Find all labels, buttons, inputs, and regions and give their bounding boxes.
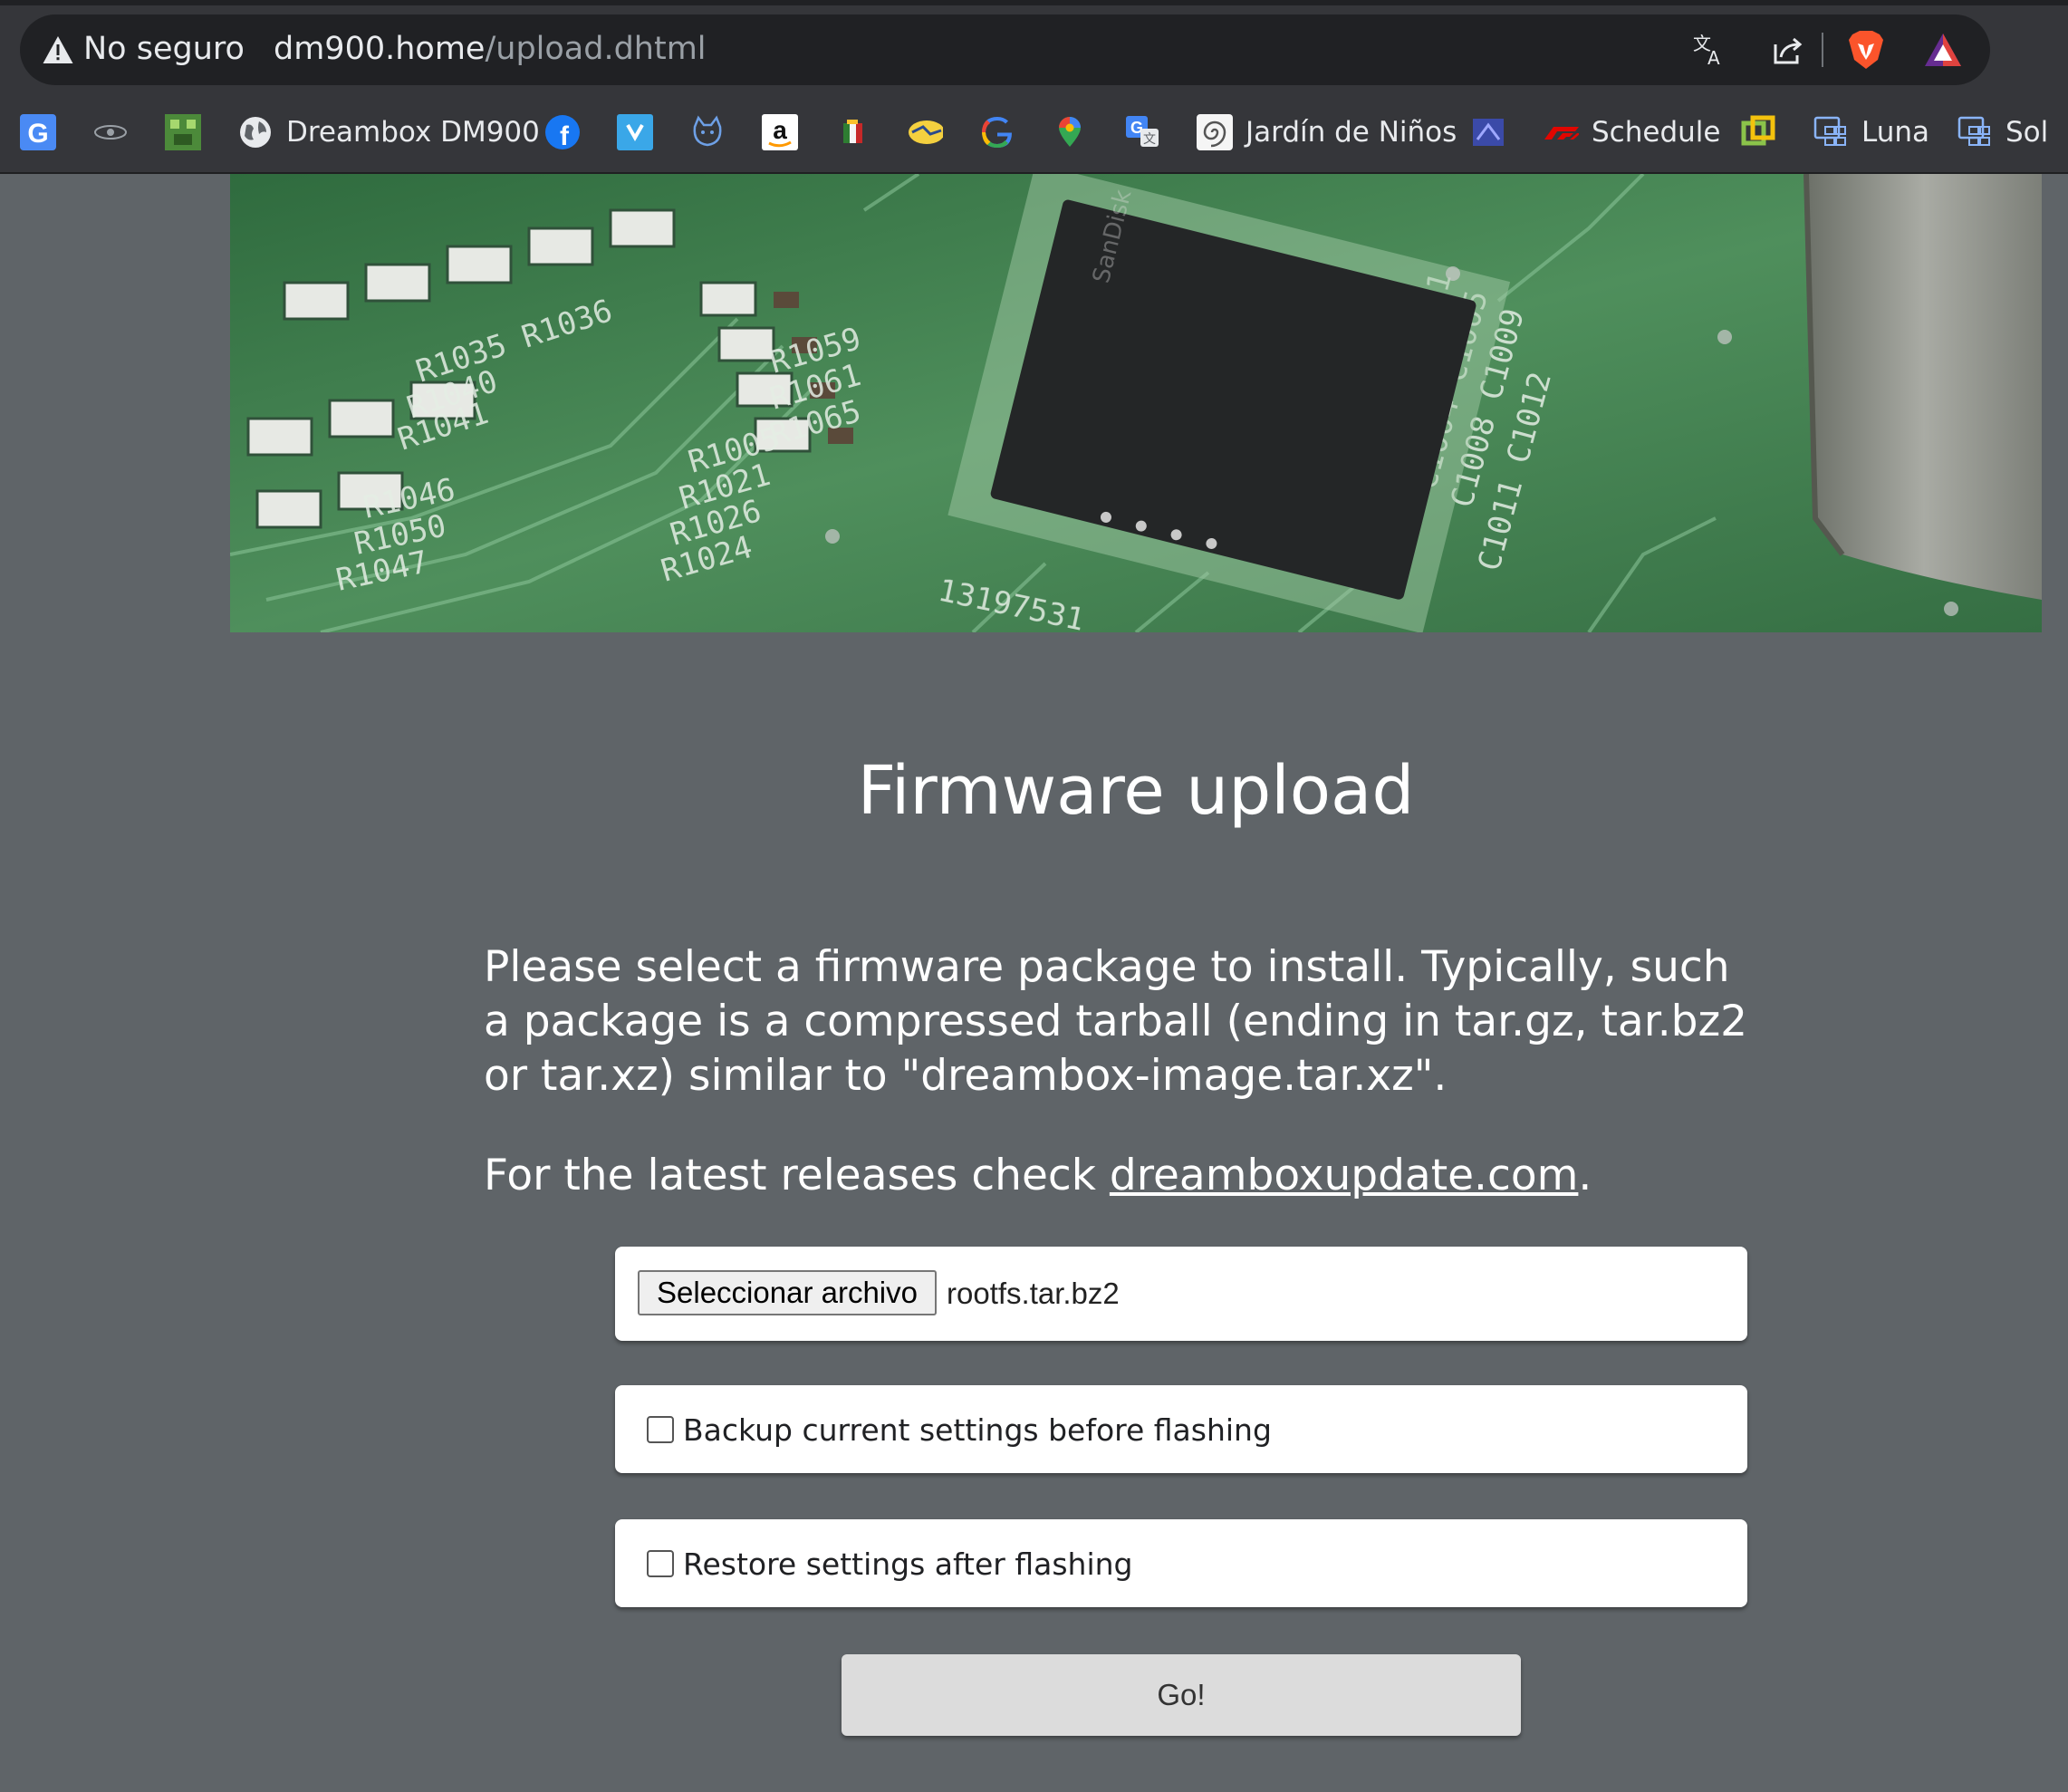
bookmark-12[interactable]: G文	[1124, 109, 1160, 156]
cat-face-icon	[689, 114, 726, 150]
bookmark-14[interactable]	[1470, 109, 1506, 156]
vmware-icon	[1740, 114, 1776, 150]
brave-shields-button[interactable]	[1845, 29, 1887, 71]
url-text[interactable]: dm900.home/upload.dhtml	[274, 29, 707, 69]
bookmark-0[interactable]: G	[20, 109, 56, 156]
go-button[interactable]: Go!	[842, 1654, 1521, 1736]
bookmark-10[interactable]	[979, 109, 1015, 156]
blue-app-icon	[617, 114, 653, 150]
svg-text:a: a	[773, 116, 787, 144]
file-picker-card: Seleccionar archivo rootfs.tar.bz2	[615, 1247, 1747, 1341]
backup-settings-card[interactable]: Backup current settings before flashing	[615, 1385, 1747, 1473]
bookmark-16[interactable]	[1740, 109, 1776, 156]
dashboard-icon	[1957, 114, 1993, 150]
bookmark-4[interactable]: f	[544, 109, 581, 156]
globe-icon	[237, 114, 274, 150]
bookmark-6[interactable]	[689, 109, 726, 156]
bookmark-7[interactable]: a	[762, 109, 798, 156]
purple-app-icon	[1470, 114, 1506, 150]
bookmark-label: Luna	[1861, 116, 1930, 149]
translate-icon: 文 A	[1693, 33, 1720, 68]
selected-file-name: rootfs.tar.bz2	[947, 1277, 1120, 1310]
bookmark-sol[interactable]: Sol	[1957, 109, 2048, 156]
bookmark-5[interactable]	[617, 109, 653, 156]
page-title: Firmware upload	[857, 752, 1415, 830]
bookmark-11[interactable]	[1052, 109, 1088, 156]
bookmark-label: Dreambox DM900	[286, 116, 540, 149]
share-button[interactable]	[1767, 29, 1809, 71]
bookmark-1[interactable]	[92, 109, 129, 156]
handshake-icon	[907, 114, 943, 150]
backup-settings-label[interactable]: Backup current settings before flashing	[683, 1411, 1272, 1450]
brave-rewards-button[interactable]	[1922, 29, 1964, 71]
url-path: /upload.dhtml	[485, 31, 707, 67]
svg-text:f: f	[560, 121, 570, 150]
f1-icon	[1543, 114, 1579, 150]
maps-pin-icon	[1052, 114, 1088, 150]
bookmarks-bar: G Dreambox DM900 f a G 文 Jardín de Niños…	[0, 100, 2068, 165]
restore-settings-checkbox[interactable]	[647, 1550, 674, 1577]
eye-icon	[92, 114, 129, 150]
svg-text:G: G	[27, 119, 48, 149]
latest-prefix: For the latest releases check	[484, 1151, 1110, 1200]
dashboard-icon	[1813, 114, 1849, 150]
security-status-label[interactable]: No seguro	[83, 29, 245, 69]
url-host: dm900.home	[274, 31, 486, 67]
warning-triangle-icon	[43, 36, 73, 63]
circuit-board-banner: R1035 R1036 R1040 R1041 R1046 R1050 R104…	[230, 174, 2042, 632]
bookmark-schedule[interactable]: Schedule	[1543, 109, 1720, 156]
rewards-triangle-icon	[1925, 34, 1961, 66]
bookmark-label: Schedule	[1592, 116, 1721, 149]
bookmark-2[interactable]	[165, 109, 201, 156]
bookmark-label: Sol	[2005, 116, 2049, 149]
restore-settings-card[interactable]: Restore settings after flashing	[615, 1519, 1747, 1607]
share-icon	[1774, 37, 1803, 64]
google-icon	[979, 114, 1015, 150]
dreamboxupdate-link[interactable]: dreamboxupdate.com	[1110, 1151, 1579, 1200]
google-g-icon: G	[20, 114, 56, 150]
pixel-game-icon	[165, 114, 201, 150]
brave-lion-icon	[1849, 31, 1883, 69]
toolbar-separator	[1822, 33, 1823, 67]
bookmark-jardin[interactable]: Jardín de Niños	[1197, 109, 1457, 156]
translate-icon: G文	[1124, 114, 1160, 150]
bookmark-8[interactable]	[834, 109, 870, 156]
amazon-icon: a	[762, 114, 798, 150]
restore-settings-label[interactable]: Restore settings after flashing	[683, 1545, 1133, 1585]
svg-text:文: 文	[1143, 132, 1156, 147]
facebook-icon: f	[544, 114, 581, 150]
svg-text:A: A	[1707, 47, 1720, 68]
flag-icon	[834, 114, 870, 150]
bookmark-luna[interactable]: Luna	[1813, 109, 1929, 156]
tab-strip-edge	[0, 0, 2068, 5]
translate-button[interactable]: 文 A	[1688, 29, 1730, 71]
intro-paragraph: Please select a firmware package to inst…	[484, 942, 1748, 1101]
choose-file-button[interactable]: Seleccionar archivo	[638, 1270, 937, 1315]
bookmark-dreambox[interactable]: Dreambox DM900	[237, 109, 540, 156]
bookmark-label: Jardín de Niños	[1246, 116, 1457, 149]
address-bar[interactable]: No seguro dm900.home/upload.dhtml 文 A	[20, 14, 1990, 85]
backup-settings-checkbox[interactable]	[647, 1416, 674, 1443]
swirl-icon	[1197, 114, 1233, 150]
latest-suffix: .	[1578, 1151, 1592, 1200]
browser-chrome: No seguro dm900.home/upload.dhtml 文 A G …	[0, 0, 2068, 174]
latest-releases-paragraph: For the latest releases check dreamboxup…	[484, 1149, 1752, 1203]
bookmark-9[interactable]	[907, 109, 943, 156]
